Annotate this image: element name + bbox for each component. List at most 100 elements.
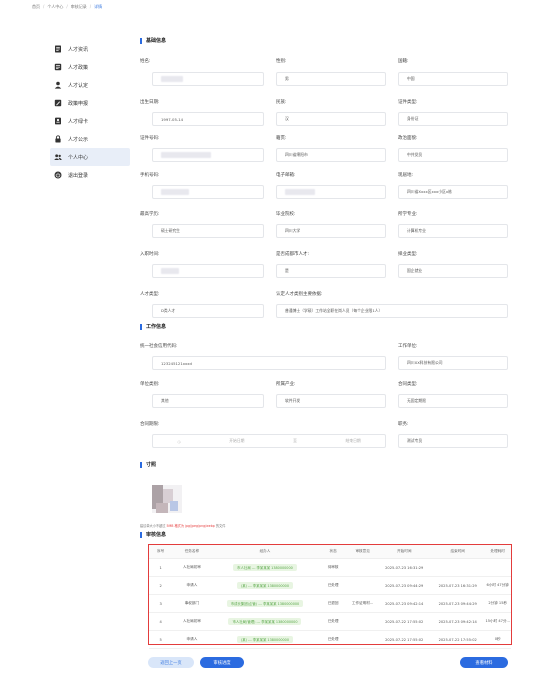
cell-status: 已处理	[318, 612, 348, 631]
is-chengdu-talent-field[interactable]: 是	[276, 264, 386, 278]
cell-handler: 市成长集团(企管) --- 李某某某 1380000000	[211, 594, 319, 613]
sidebar-item-talent-news[interactable]: 人才资讯	[50, 40, 130, 58]
col-header-start[interactable]: 开始时间	[377, 545, 431, 559]
industry-field[interactable]: 软件开发	[276, 394, 386, 408]
cell-start: 2025-07-23 09:44:29	[377, 576, 431, 595]
card-icon	[54, 117, 62, 125]
col-header-opinion[interactable]: 审核意见	[347, 545, 378, 559]
section-title-basic-info: 基础信息	[140, 38, 166, 44]
cell-task: 人社局初审	[172, 558, 212, 577]
cell-handler: (某) --- 李某某某 1380000000	[211, 630, 319, 649]
nationality-field[interactable]: 中国	[398, 72, 508, 86]
table-row: 1 人社局初审 市人社局 --- 李某某某 1380000000 待审核 202…	[149, 558, 511, 577]
id-photo[interactable]	[152, 485, 182, 513]
native-place-field[interactable]: 四川省绵阳市	[276, 148, 386, 162]
col-header-handler[interactable]: 经办人	[211, 545, 319, 559]
sidebar-item-talent-certification[interactable]: 人才认定	[50, 76, 130, 94]
sidebar-item-personal-center[interactable]: 个人中心	[50, 148, 130, 166]
calendar-icon: ◷	[177, 438, 181, 444]
field-label-position: 职务:	[398, 422, 409, 427]
user-icon	[54, 81, 62, 89]
credit-code-field[interactable]: 123245121xxxd	[152, 356, 386, 370]
redacted-value	[161, 268, 179, 274]
id-type-field[interactable]: 身份证	[398, 112, 508, 126]
review-progress-button[interactable]: 审核进度	[200, 657, 244, 668]
sidebar-item-talent-policy[interactable]: 人才政策	[50, 58, 130, 76]
redacted-value	[161, 189, 189, 195]
cell-end: 2025-07-22 17:55:02	[430, 630, 485, 649]
breadcrumb-review-records[interactable]: 审核记录	[71, 4, 87, 9]
political-status-field[interactable]: 中共党员	[398, 148, 508, 162]
residence-field[interactable]: 四川省Xxxx区xxx小区x栋	[398, 185, 508, 199]
field-label-id-number: 证件号码:	[140, 136, 160, 141]
cell-start: 2025-07-23 09:42:14	[377, 594, 431, 613]
major-field[interactable]: 计算机专业	[398, 224, 508, 238]
field-label-credit-code: 统一社会信用代码:	[140, 344, 178, 349]
ethnicity-field[interactable]: 汉	[276, 112, 386, 126]
cell-no: 5	[149, 630, 173, 649]
cell-status: 待审核	[318, 558, 348, 577]
handler-tag: 市成长集团(企管) --- 李某某某 1380000000	[226, 600, 304, 607]
sidebar-item-policy-application[interactable]: 政策申报	[50, 94, 130, 112]
review-table-container: 序号 任务名称 经办人 状态 审核意见 开始时间 结束时间 处理耗时 1 人社局…	[148, 544, 512, 649]
unit-category-field[interactable]: 其他	[152, 394, 264, 408]
birth-date-field[interactable]: 1997-05-14	[152, 112, 264, 126]
sidebar-item-talent-publicity[interactable]: 人才公示	[50, 130, 130, 148]
field-label-ethnicity: 民族:	[276, 100, 287, 105]
logout-icon	[54, 171, 62, 179]
cell-duration: 15小时 47分...	[484, 612, 511, 631]
redacted-value	[161, 152, 211, 158]
col-header-duration[interactable]: 处理耗时	[484, 545, 511, 559]
handler-tag: (某) --- 李某某某 1380000000	[236, 582, 293, 589]
talent-type-field[interactable]: D类人才	[152, 304, 264, 318]
cell-task: 人社局初审	[172, 612, 212, 631]
cell-status: 已处理	[318, 630, 348, 649]
field-label-join-date: 入职时间:	[140, 252, 160, 257]
email-field[interactable]	[276, 185, 386, 199]
name-field[interactable]	[152, 72, 264, 86]
school-field[interactable]: 四川大学	[276, 224, 386, 238]
table-row: 5 申请人 (某) --- 李某某某 1380000000 已处理 2025-0…	[149, 630, 511, 649]
cell-end	[430, 558, 485, 577]
field-label-residence: 现居地:	[398, 173, 414, 178]
cell-no: 1	[149, 558, 173, 577]
col-header-task[interactable]: 任务名称	[172, 545, 212, 559]
breadcrumb-personal-center[interactable]: 个人中心	[47, 4, 63, 9]
cell-status: 已退回	[318, 594, 348, 613]
field-label-major: 所学专业:	[398, 212, 418, 217]
employer-field[interactable]: 四川XX科技有限公司	[398, 356, 508, 370]
join-date-field[interactable]	[152, 264, 264, 278]
upload-hint: 建议单大小不超过 5MB 格式为 jpg/jpeg/png/webp 的文件	[140, 523, 225, 528]
education-field[interactable]: 硕士研究生	[152, 224, 264, 238]
view-materials-button[interactable]: 查看材料	[460, 657, 508, 668]
cell-start: 2025-07-23 16:31:29	[377, 558, 431, 577]
col-header-status[interactable]: 状态	[318, 545, 348, 559]
back-button[interactable]: 返回上一页	[148, 657, 194, 668]
lock-icon	[54, 135, 62, 143]
sidebar-item-logout[interactable]: 退出登录	[50, 166, 130, 184]
cell-end: 2025-07-23 16:31:29	[430, 576, 485, 595]
table-row: 2 申请人 (某) --- 李某某某 1380000000 已处理 2025-0…	[149, 576, 511, 595]
position-field[interactable]: 测试专员	[398, 434, 508, 448]
redacted-value	[161, 76, 183, 82]
contract-type-field[interactable]: 无固定期限	[398, 394, 508, 408]
sidebar-item-label: 人才政策	[68, 64, 89, 71]
id-number-field[interactable]	[152, 148, 264, 162]
cell-opinion: 工作证明材...	[347, 594, 378, 613]
field-label-id-type: 证件类型:	[398, 100, 418, 105]
contract-period-range[interactable]: ◷ 开始日期 至 结束日期	[152, 434, 386, 448]
gender-field[interactable]: 男	[276, 72, 386, 86]
field-label-birth-date: 出生日期:	[140, 100, 160, 105]
phone-field[interactable]	[152, 185, 264, 199]
sidebar-item-label: 政策申报	[68, 100, 89, 107]
talent-basis-field[interactable]: 普通博士（学硕）工作站全职在岗人员（每个企业限1人）	[276, 304, 508, 318]
users-icon	[54, 153, 62, 161]
field-label-email: 电子邮箱:	[276, 173, 296, 178]
sidebar-item-talent-green-card[interactable]: 人才绿卡	[50, 112, 130, 130]
field-label-talent-basis: 认定人才类别主要依据:	[276, 292, 323, 297]
employment-type-field[interactable]: 国企就业	[398, 264, 508, 278]
field-label-employer: 工作单位:	[398, 344, 418, 349]
breadcrumb-home[interactable]: 首页	[32, 4, 40, 9]
col-header-end[interactable]: 结束时间	[430, 545, 485, 559]
contract-end-placeholder: 结束日期	[345, 438, 361, 443]
